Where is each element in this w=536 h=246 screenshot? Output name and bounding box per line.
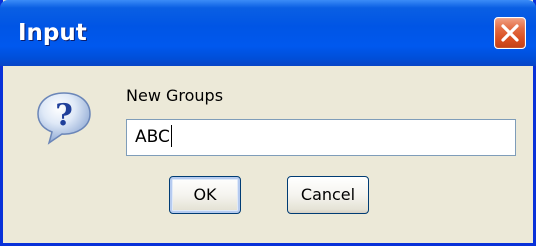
input-value: ABC bbox=[135, 127, 170, 147]
question-icon: ? bbox=[35, 90, 93, 146]
input-dialog: Input ? New Groups ABC OK Cancel bbox=[0, 0, 536, 246]
dialog-body: ? New Groups ABC OK Cancel bbox=[3, 66, 533, 246]
svg-text:?: ? bbox=[55, 98, 73, 133]
title-bar[interactable]: Input bbox=[0, 0, 536, 66]
cancel-button[interactable]: Cancel bbox=[287, 176, 369, 214]
close-icon bbox=[501, 24, 519, 42]
ok-button[interactable]: OK bbox=[169, 176, 241, 214]
prompt-label: New Groups bbox=[126, 86, 224, 105]
window-title: Input bbox=[18, 20, 87, 46]
group-name-input[interactable]: ABC bbox=[126, 119, 516, 156]
close-button[interactable] bbox=[494, 17, 526, 49]
text-caret bbox=[170, 124, 172, 147]
